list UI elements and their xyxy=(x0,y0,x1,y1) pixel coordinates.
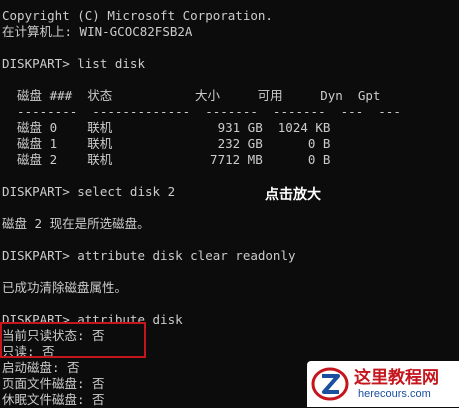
highlight-box xyxy=(0,322,146,358)
console-line: 在计算机上: WIN-GCOC82FSB2A xyxy=(2,24,193,39)
console-line: DISKPART> select disk 2 xyxy=(2,184,176,199)
z-logo-icon xyxy=(310,364,350,404)
zoom-hint[interactable]: 点击放大 xyxy=(265,184,321,204)
logo-title: 这里教程网 xyxy=(354,367,439,388)
table-row: 磁盘 1 联机 232 GB 0 B xyxy=(2,136,331,151)
table-row: 磁盘 0 联机 931 GB 1024 KB xyxy=(2,120,331,135)
logo-url: herecours.com xyxy=(358,387,431,400)
console-line: Copyright (C) Microsoft Corporation. xyxy=(2,8,273,23)
console-line: DISKPART> attribute disk clear readonly xyxy=(2,248,296,263)
table-row: 磁盘 2 联机 7712 MB 0 B xyxy=(2,152,331,167)
table-header: 磁盘 ### 状态 大小 可用 Dyn Gpt xyxy=(2,88,381,103)
watermark-logo: 这里教程网 herecours.com xyxy=(307,361,459,407)
console-line: 休眠文件磁盘: 否 xyxy=(2,392,105,407)
console-line: 页面文件磁盘: 否 xyxy=(2,376,105,391)
console-line: 磁盘 2 现在是所选磁盘。 xyxy=(2,216,150,231)
console-line: DISKPART> list disk xyxy=(2,56,145,71)
console-line: 启动磁盘: 否 xyxy=(2,360,80,375)
table-divider: -------- ------------- ------- ------- -… xyxy=(2,104,401,119)
console-line: 已成功清除磁盘属性。 xyxy=(2,280,128,295)
